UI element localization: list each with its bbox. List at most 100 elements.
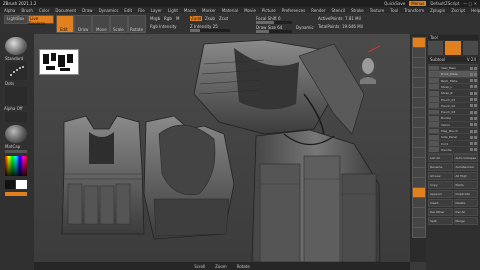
menu-brush[interactable]: Brush (21, 8, 33, 13)
visibility-icon[interactable] (470, 66, 477, 70)
bottom-rotate[interactable]: Rotate (237, 264, 250, 269)
subtool-duplicate-button[interactable]: Duplicate (453, 190, 478, 198)
subtool-autoreorder-button[interactable]: AutoReorder (453, 163, 478, 171)
visibility-icon[interactable] (470, 72, 477, 76)
menu-help[interactable]: Help (471, 8, 480, 13)
visibility-icon[interactable] (470, 129, 477, 133)
subtool-del-other-button[interactable]: Del Other (428, 208, 453, 216)
material-button[interactable] (5, 125, 27, 143)
subtool-header[interactable]: Subtool V 24 (428, 57, 478, 62)
menu-transform[interactable]: Transform (404, 8, 424, 13)
edit-button[interactable]: Edit (56, 15, 74, 33)
menu-material[interactable]: Material (222, 8, 238, 13)
subtool-paste-button[interactable]: Paste (453, 181, 478, 189)
menu-preferences[interactable]: Preferences (282, 8, 306, 13)
standard-brush-button[interactable] (5, 37, 27, 55)
zcut-toggle[interactable]: Zcut (219, 16, 228, 21)
z-intensity-slider[interactable] (190, 29, 230, 32)
visibility-icon[interactable] (470, 79, 477, 83)
visibility-icon[interactable] (470, 98, 477, 101)
subtool-delete-button[interactable]: Delete (453, 199, 478, 207)
switch-color-button[interactable] (5, 192, 27, 196)
menu-draw[interactable]: Draw (82, 8, 92, 13)
color-picker[interactable] (5, 156, 27, 176)
rgb-toggle[interactable]: Rgb (164, 16, 172, 21)
tool-thumbnails[interactable] (428, 41, 478, 55)
menu-macro[interactable]: Macro (184, 8, 196, 13)
draw-size-slider[interactable] (256, 30, 292, 33)
menu-picture[interactable]: Picture (262, 8, 276, 13)
visibility-icon[interactable] (470, 91, 477, 95)
subtool-item[interactable]: Handle (428, 145, 478, 154)
visibility-icon[interactable] (470, 104, 477, 108)
subtool-all-low-button[interactable]: All Low (428, 172, 453, 180)
main-color-swatch[interactable] (5, 180, 15, 189)
quicksave-button[interactable]: QuickSave (384, 1, 405, 6)
draw-button[interactable]: Draw (74, 15, 92, 33)
subtool-rename-button[interactable]: Rename (428, 163, 453, 171)
subtool-auto-collapse-button[interactable]: Auto Collapse (453, 154, 478, 162)
m-toggle[interactable]: M (176, 16, 179, 21)
subtool-thumbnail (429, 147, 439, 153)
menu-movie[interactable]: Movie (244, 8, 256, 13)
rotate-button[interactable]: Rotate (128, 15, 146, 33)
subtool-del-all-button[interactable]: Del All (453, 208, 478, 216)
focal-shift-slider[interactable] (256, 21, 292, 24)
bottom-scroll[interactable]: Scroll (194, 264, 205, 269)
zsub-toggle[interactable]: Zsub (205, 16, 215, 21)
live-boolean-button[interactable]: Live Boolean (28, 15, 54, 26)
default-zscript-button[interactable]: DefaultZScript (430, 1, 459, 6)
menu-edit[interactable]: Edit (124, 8, 132, 13)
menu-render[interactable]: Render (311, 8, 325, 13)
menu-light[interactable]: Light (168, 8, 178, 13)
subtool-copy-button[interactable]: Copy (428, 181, 453, 189)
app-title: ZBrush 2021.1.2 (3, 1, 37, 6)
menu-stroke[interactable]: Stroke (351, 8, 364, 13)
menu-color[interactable]: Color (39, 8, 49, 13)
menu-layer[interactable]: Layer (151, 8, 162, 13)
menu-zscript[interactable]: Zscript (451, 8, 465, 13)
navigation-head-gizmo[interactable] (360, 45, 381, 84)
visibility-icon[interactable] (470, 123, 477, 127)
tool-xpose[interactable] (412, 227, 426, 238)
visibility-icon[interactable] (470, 135, 477, 139)
secondary-color-swatch[interactable] (16, 180, 27, 189)
subtool-insert-button[interactable]: Insert (428, 199, 453, 207)
subtool-all-high-button[interactable]: All High (453, 172, 478, 180)
subtool-list-all-button[interactable]: List All (428, 154, 453, 162)
visibility-icon[interactable] (470, 148, 477, 152)
subtool-panel: Tool Subtool V 24 Vest_Main Front_Plate Ba… (426, 34, 480, 270)
visibility-icon[interactable] (470, 116, 477, 120)
subtool-split-button[interactable]: Split (428, 217, 453, 225)
subtool-append-button[interactable]: Append (428, 190, 453, 198)
menu-texture[interactable]: Texture (370, 8, 385, 13)
bottom-zoom[interactable]: Zoom (215, 264, 227, 269)
dots-stroke-icon (10, 66, 24, 76)
alpha-button[interactable] (5, 87, 27, 105)
bottom-bar: Scroll Zoom Rotate (34, 262, 410, 270)
lightbox-button[interactable]: LightBox (4, 15, 28, 24)
menus-button[interactable]: Menus (409, 1, 427, 6)
gradient-toggle[interactable] (5, 150, 27, 153)
zadd-toggle[interactable]: Zadd (190, 16, 203, 21)
visibility-icon[interactable] (470, 142, 477, 146)
mrgb-toggle[interactable]: Mrgb (150, 16, 160, 21)
visibility-icon[interactable] (470, 110, 477, 114)
texture-button[interactable] (5, 112, 27, 122)
viewport[interactable] (34, 34, 410, 262)
menu-document[interactable]: Document (55, 8, 76, 13)
menu-file[interactable]: File (138, 8, 145, 13)
menu-zplugin[interactable]: Zplugin (430, 8, 445, 13)
subtool-merge-button[interactable]: Merge (453, 217, 478, 225)
menu-tool[interactable]: Tool (390, 8, 398, 13)
menu-stencil[interactable]: Stencil (331, 8, 345, 13)
window-controls[interactable]: — ▢ ✕ (463, 1, 477, 6)
menu-marker[interactable]: Marker (202, 8, 216, 13)
stroke-button[interactable] (5, 62, 27, 80)
menu-alpha[interactable]: Alpha (4, 8, 15, 13)
move-button[interactable]: Move (92, 15, 110, 33)
scale-button[interactable]: Scale (110, 15, 128, 33)
dynamic-toggle[interactable]: Dynamic (296, 25, 314, 30)
visibility-icon[interactable] (470, 85, 477, 89)
menu-dynamics[interactable]: Dynamics (99, 8, 119, 13)
